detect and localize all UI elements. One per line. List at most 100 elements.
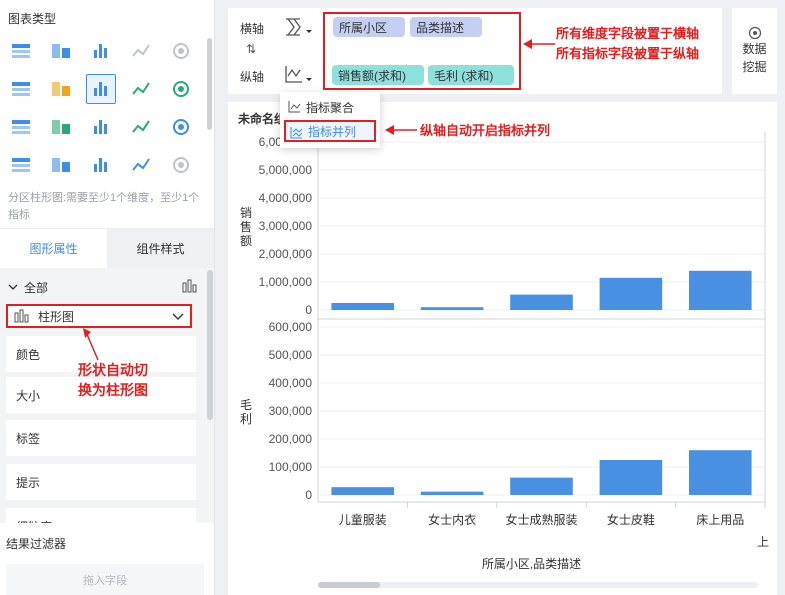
- bar-销售额-5: [689, 270, 752, 310]
- left-panel: 图表类型 分区柱形图:需要至少1个维度，至少1个指标 图形属性 组件样式 全部 …: [0, 0, 215, 595]
- y-axis-title: 销: [240, 206, 252, 220]
- all-label: 全部: [24, 280, 49, 295]
- bar-销售额-4: [599, 277, 663, 310]
- chart-type-hint: 分区柱形图:需要至少1个维度，至少1个指标: [8, 192, 200, 221]
- bar-销售额-1: [331, 303, 394, 310]
- radar-line-icon[interactable]: [126, 112, 156, 142]
- swap-axis-icon[interactable]: ⇅: [246, 42, 256, 56]
- axis-config: 横轴 纵轴 ⇅ 所属小区 品类描述 销售额(求和) 毛利 (求和) 所有维度字段…: [228, 8, 722, 94]
- pie-icon[interactable]: [166, 150, 196, 180]
- axis-annotation-line2: 所有指标字段被置于纵轴: [556, 46, 700, 61]
- scatter-dots-icon[interactable]: [86, 150, 116, 180]
- bar-毛利-2: [420, 491, 484, 495]
- y-tick-label: 3,000,000: [259, 219, 313, 233]
- prop-label[interactable]: 标签: [6, 420, 196, 456]
- shape-select-value: 柱形图: [38, 309, 75, 324]
- x-tick-label: 儿童服装: [339, 512, 387, 527]
- y-axis-dropdown: 指标聚合 指标并列: [280, 92, 380, 148]
- y-axis-setting-icon[interactable]: [284, 64, 314, 86]
- x-tick-label: 女士内衣: [428, 512, 476, 527]
- y-tick-label: 400,000: [269, 376, 313, 390]
- data-mining-icon: [748, 26, 761, 40]
- scatter-icon[interactable]: [46, 112, 76, 142]
- y-axis-title: 额: [240, 234, 252, 248]
- bubble-dots-icon[interactable]: [126, 150, 156, 180]
- chart-horizontal-scrollbar[interactable]: [318, 582, 758, 588]
- bar-毛利-5: [689, 450, 752, 495]
- dropdown-annotation: 纵轴自动开启指标并列: [420, 123, 551, 138]
- y-tick-label: 200,000: [269, 432, 313, 446]
- bubble-icon[interactable]: [6, 74, 36, 104]
- all-properties-row[interactable]: 全部: [8, 278, 198, 296]
- property-scrollbar[interactable]: [207, 270, 213, 420]
- tab-graphic-properties[interactable]: 图形属性: [0, 229, 107, 268]
- property-tabs: 图形属性 组件样式: [0, 228, 214, 268]
- y-tick-label: 0: [305, 303, 312, 317]
- combo-bar-icon[interactable]: [46, 150, 76, 180]
- y-tick-label: 5,000,000: [259, 163, 313, 177]
- bar-chart-icon: [182, 279, 198, 296]
- kpi-icon[interactable]: [126, 36, 156, 66]
- y-axis-label: 纵轴: [240, 70, 265, 84]
- x-tick-label: 女士成熟服装: [505, 512, 577, 527]
- data-mining-button[interactable]: 数据 挖掘: [732, 8, 777, 94]
- axis-annotation-line1: 所有维度字段被置于横轴: [556, 26, 700, 41]
- heatmap-icon[interactable]: [46, 74, 76, 104]
- prop-tooltip[interactable]: 提示: [6, 464, 196, 500]
- dropdown-item-parallel[interactable]: 指标并列: [284, 120, 376, 142]
- chevron-down-icon: [172, 313, 184, 320]
- y-tick-label: 300,000: [269, 404, 313, 418]
- bar-毛利-3: [510, 477, 573, 495]
- y-tick-label: 500,000: [269, 348, 313, 362]
- line-chart-icon: [288, 101, 301, 113]
- y-tick-label: 4,000,000: [259, 191, 313, 205]
- detail-table-icon[interactable]: [86, 36, 116, 66]
- prop-granularity[interactable]: 细粒度: [6, 508, 196, 523]
- annotation-arrow: [523, 39, 555, 49]
- stacked-bar-icon[interactable]: [126, 74, 156, 104]
- y-axis-title: 售: [240, 219, 252, 234]
- chart-type-title: 图表类型: [8, 12, 57, 26]
- y-axis-title: 毛: [240, 398, 252, 412]
- chart-scroll-thumb[interactable]: [318, 582, 380, 588]
- table-icon[interactable]: [6, 36, 36, 66]
- filter-drop-zone[interactable]: 拖入字段: [6, 564, 204, 595]
- data-mining-label: 数据 挖掘: [742, 42, 767, 74]
- result-filter-title: 结果过滤器: [6, 537, 67, 551]
- x-tick-label: 床上用品: [696, 513, 744, 527]
- grouped-bar-icon[interactable]: [166, 74, 196, 104]
- dropdown-item-label: 指标并列: [308, 124, 357, 139]
- annotation-arrow: [83, 328, 99, 361]
- x-tick-label: 女士皮鞋: [607, 512, 655, 527]
- bar-销售额-2: [420, 307, 484, 310]
- x-axis-setting-icon[interactable]: [284, 16, 314, 38]
- cross-table-icon[interactable]: [46, 36, 76, 66]
- fields-highlight-box: [323, 12, 521, 90]
- tree-table-icon[interactable]: [166, 36, 196, 66]
- annotation-arrow: [385, 125, 417, 135]
- bar-销售额-3: [510, 294, 573, 310]
- shape-select[interactable]: 柱形图: [6, 304, 192, 328]
- bar-毛利-4: [599, 460, 663, 495]
- bar-chart: 0 1,000,000 2,000,000 3,000,000 4,000,000 5,0…: [240, 132, 769, 571]
- y-axis-title: 利: [240, 412, 252, 426]
- chart-component: 0 1,000,000 2,000,000 3,000,000 4,000,000 5,0…: [228, 102, 777, 595]
- x-axis-title: 所属小区,品类描述: [482, 557, 581, 571]
- tab-component-style[interactable]: 组件样式: [107, 229, 214, 268]
- bar-chart-icon: [14, 309, 29, 323]
- area-icon[interactable]: [6, 150, 36, 180]
- shape-annotation: 形状自动切 换为柱形图: [78, 362, 148, 398]
- multi-series-bar-icon[interactable]: [86, 74, 116, 104]
- bar-毛利-1: [331, 487, 394, 495]
- radar-icon[interactable]: [166, 112, 196, 142]
- property-area: 全部 柱形图 颜色 大小 标签 提示 细粒度 形状自动切 换为柱形图: [0, 268, 214, 523]
- y-tick-label: 0: [305, 488, 312, 502]
- chevron-down-icon: [8, 284, 18, 290]
- y-tick-label: 100,000: [269, 460, 313, 474]
- parallel-line-icon: [290, 127, 303, 139]
- y-tick-label: 600,000: [269, 320, 313, 334]
- line-icon[interactable]: [86, 112, 116, 142]
- horizontal-bar-icon[interactable]: [6, 112, 36, 142]
- dropdown-item-aggregate[interactable]: 指标聚合: [284, 96, 376, 118]
- chart-type-scrollbar[interactable]: [207, 38, 212, 130]
